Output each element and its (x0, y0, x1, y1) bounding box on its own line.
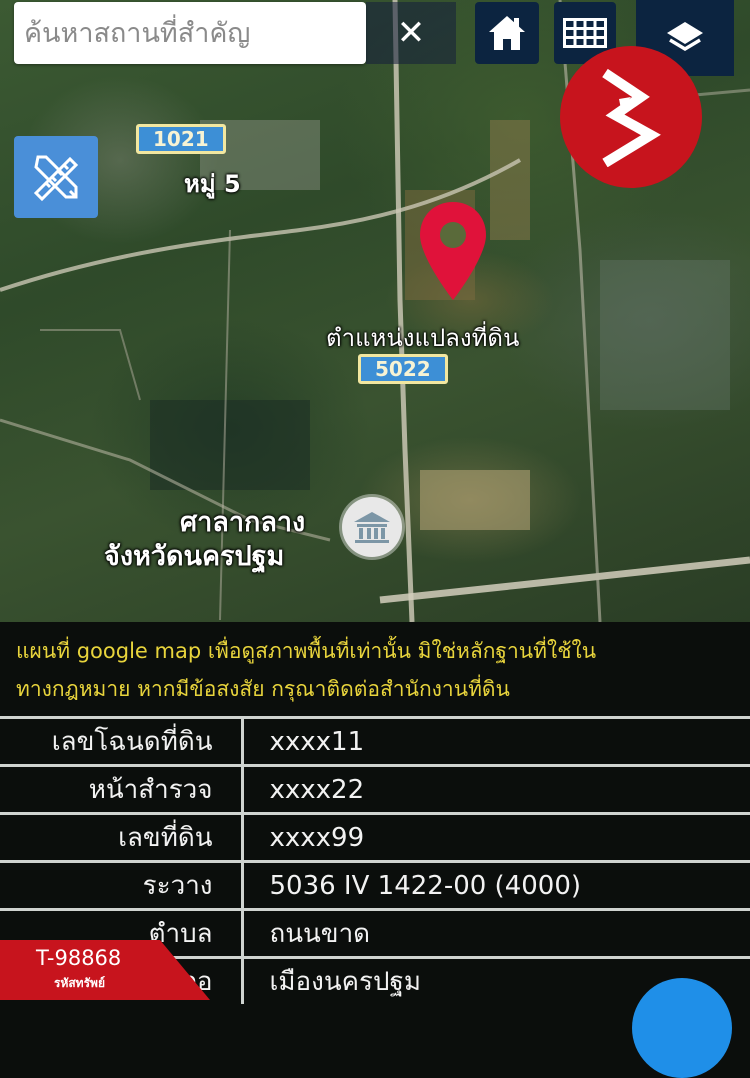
road-shield-1021: 1021 (136, 124, 226, 154)
disclaimer-clipped-line (16, 616, 746, 632)
close-icon: ✕ (396, 13, 426, 53)
table-row: หน้าสำรวจ xxxx22 (0, 764, 750, 814)
disclaimer-line-1: แผนที่ google map เพื่อดูสภาพพื้นที่เท่า… (16, 639, 597, 663)
field-value: xxxx22 (242, 764, 750, 814)
map-pin-icon (420, 202, 486, 300)
field-label: เลขโฉนดที่ดิน (0, 716, 244, 766)
field-label: หน้าสำรวจ (0, 764, 244, 814)
building-glyph (354, 512, 390, 543)
field-label: ระวาง (0, 860, 244, 910)
disclaimer-text: แผนที่ google map เพื่อดูสภาพพื้นที่เท่า… (16, 616, 746, 708)
field-value: xxxx99 (242, 812, 750, 862)
layers-icon (667, 22, 703, 52)
landmark-label-line2: จังหวัดนครปฐม (104, 541, 285, 572)
home-button[interactable] (475, 2, 539, 64)
asset-code: T-98868 (36, 946, 122, 970)
table-row: ระวาง 5036 IV 1422-00 (4000) (0, 860, 750, 910)
field-value: ถนนขาด (242, 908, 750, 958)
brand-logo (560, 46, 702, 188)
government-building-icon[interactable] (342, 497, 402, 557)
home-icon (489, 16, 525, 50)
ruler-pencil-icon (33, 155, 79, 202)
field-value: xxxx11 (242, 716, 750, 766)
table-row: เลขโฉนดที่ดิน xxxx11 (0, 716, 750, 766)
clear-search-button[interactable]: ✕ (366, 2, 456, 64)
village-label: หมู่ 5 (184, 170, 241, 198)
satellite-map[interactable]: ✕ (0, 0, 750, 622)
floating-action-button[interactable] (632, 978, 732, 1078)
search-box[interactable] (14, 2, 366, 64)
disclaimer-line-2: ทางกฎหมาย หากมีข้อสงสัย กรุณาติดต่อสำนัก… (16, 677, 510, 701)
table-row: เลขที่ดิน xxxx99 (0, 812, 750, 862)
asset-code-label: รหัสทรัพย์ (54, 976, 105, 990)
field-value: 5036 IV 1422-00 (4000) (242, 860, 750, 910)
measure-tool-button[interactable] (14, 136, 98, 218)
brand-logo-icon (602, 68, 661, 167)
road-shield-5022: 5022 (358, 354, 448, 384)
location-pin[interactable] (417, 200, 489, 306)
grid-icon (563, 18, 607, 48)
field-label: เลขที่ดิน (0, 812, 244, 862)
pin-label: ตำแหน่งแปลงที่ดิน (326, 324, 520, 352)
search-input[interactable] (14, 2, 366, 64)
